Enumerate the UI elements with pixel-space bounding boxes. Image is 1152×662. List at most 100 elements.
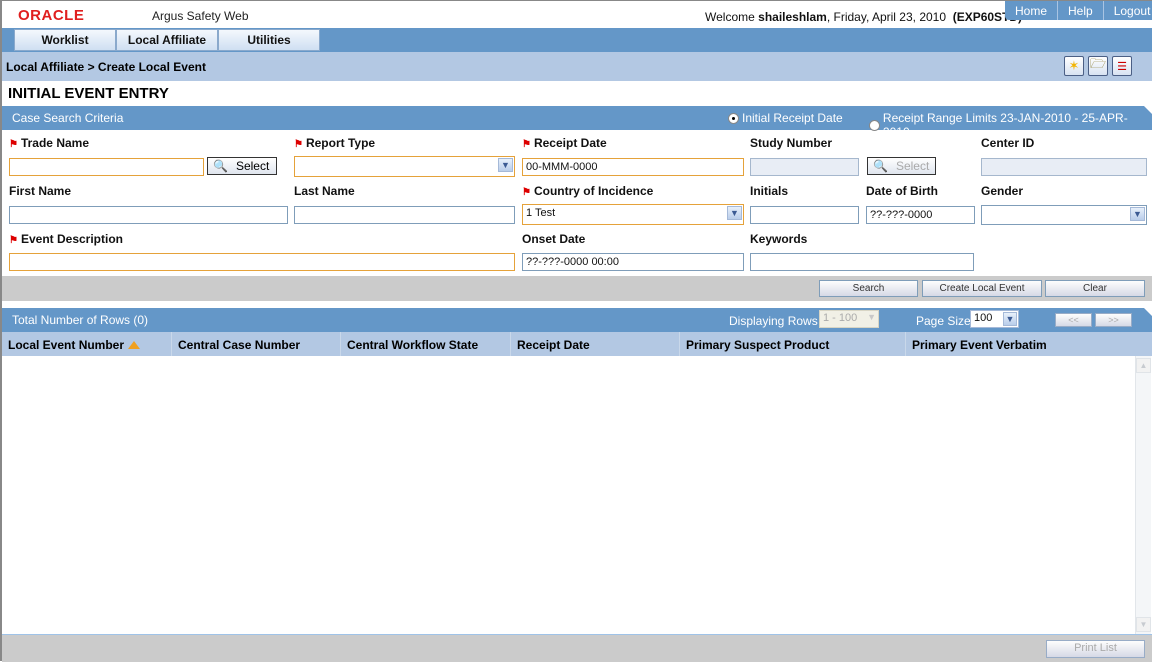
create-local-event-button[interactable]: Create Local Event [922, 280, 1042, 297]
breadcrumb: Local Affiliate > Create Local Event [6, 60, 206, 74]
magnifier-icon: 🔍 [213, 159, 228, 173]
column-divider [340, 332, 341, 356]
nav-utilities[interactable]: Utilities [218, 29, 320, 51]
user-name: shaileshlam [758, 10, 827, 24]
nav-local-affiliate[interactable]: Local Affiliate [116, 29, 218, 51]
col-local-event-number[interactable]: Local Event Number [8, 338, 141, 352]
total-rows-label: Total Number of Rows (0) [12, 313, 149, 327]
col-primary-event-verbatim[interactable]: Primary Event Verbatim [912, 338, 1047, 352]
column-divider [679, 332, 680, 356]
nav-worklist[interactable]: Worklist [14, 29, 116, 51]
results-table-header: Local Event Number Central Case Number C… [2, 332, 1152, 356]
logout-link[interactable]: Logout [1102, 1, 1152, 20]
scroll-up-icon[interactable]: ▲ [1136, 358, 1151, 373]
column-divider [171, 332, 172, 356]
current-date: , Friday, April 23, 2010 [826, 10, 947, 24]
onset-date-input[interactable]: ??-???-0000 00:00 [522, 253, 744, 271]
study-select-button[interactable]: 🔍 Select [867, 157, 936, 175]
search-actions-bar: Search Create Local Event Clear [2, 276, 1152, 301]
chevron-down-icon: ▼ [1003, 312, 1017, 326]
radio-on-icon [728, 112, 739, 124]
sort-ascending-icon [128, 341, 141, 349]
radio-receipt-range[interactable]: Receipt Range Limits 23-JAN-2010 - 25-AP… [869, 111, 1152, 139]
search-button[interactable]: Search [819, 280, 918, 297]
keywords-input[interactable] [750, 253, 974, 271]
dob-input[interactable]: ??-???-0000 [866, 206, 975, 224]
dob-label: Date of Birth [866, 184, 938, 198]
chevron-down-icon: ▼ [727, 206, 742, 220]
receipt-date-input[interactable]: 00-MMM-0000 [522, 158, 744, 176]
page-size-select[interactable]: 100 ▼ [970, 310, 1019, 328]
center-id-label: Center ID [981, 136, 1035, 150]
case-search-header: Case Search Criteria Initial Receipt Dat… [2, 106, 1152, 139]
first-name-label: First Name [9, 184, 72, 198]
column-divider [905, 332, 906, 356]
breadcrumb-bar: Local Affiliate > Create Local Event ✶ 🗁… [2, 52, 1152, 81]
app-title: Argus Safety Web [152, 9, 249, 23]
bottom-bar: Print List [2, 634, 1152, 662]
required-flag-icon: ⚑ [522, 139, 531, 150]
required-flag-icon: ⚑ [9, 139, 18, 150]
onset-date-label: Onset Date [522, 232, 586, 246]
main-nav: Worklist Local Affiliate Utilities [2, 28, 1152, 52]
column-divider [510, 332, 511, 356]
top-header: ORACLE Argus Safety Web Welcome shailesh… [2, 1, 1152, 28]
last-name-input[interactable] [294, 206, 515, 224]
receipt-date-label: ⚑ Receipt Date [522, 136, 607, 150]
radio-initial-receipt-date[interactable]: Initial Receipt Date [728, 111, 843, 125]
trade-name-label: ⚑ Trade Name [9, 136, 90, 150]
welcome-prefix: Welcome [705, 10, 759, 24]
chevron-down-icon: ▼ [867, 312, 876, 322]
scroll-down-icon[interactable]: ▼ [1136, 617, 1151, 632]
top-links: Home Help Logout [1005, 1, 1152, 20]
col-primary-suspect-product[interactable]: Primary Suspect Product [686, 338, 829, 352]
trade-name-select-button[interactable]: 🔍 Select [207, 157, 277, 175]
home-link[interactable]: Home [1005, 1, 1057, 20]
prev-page-button[interactable]: << [1055, 313, 1092, 327]
vertical-scrollbar[interactable]: ▲ ▼ [1135, 356, 1151, 634]
list-icon[interactable]: ☰ [1112, 56, 1132, 76]
welcome-text: Welcome shaileshlam, Friday, April 23, 2… [705, 10, 1022, 24]
help-link[interactable]: Help [1057, 1, 1103, 20]
page-size-label: Page Size [916, 314, 971, 328]
initials-input[interactable] [750, 206, 859, 224]
col-central-workflow-state[interactable]: Central Workflow State [347, 338, 478, 352]
displaying-rows-select[interactable]: 1 - 100 ▼ [819, 310, 879, 328]
event-description-input[interactable] [9, 253, 515, 271]
trade-name-input[interactable] [9, 158, 204, 176]
last-name-label: Last Name [294, 184, 355, 198]
report-type-select[interactable]: ▼ [294, 156, 515, 177]
results-table-body [2, 356, 1152, 634]
case-search-title: Case Search Criteria [12, 111, 124, 125]
print-list-button[interactable]: Print List [1046, 640, 1145, 658]
displaying-rows-label: Displaying Rows [729, 314, 818, 328]
event-description-label: ⚑ Event Description [9, 232, 123, 246]
initials-label: Initials [750, 184, 789, 198]
chevron-down-icon: ▼ [1130, 207, 1145, 221]
next-page-button[interactable]: >> [1095, 313, 1132, 327]
study-number-input[interactable] [750, 158, 859, 176]
center-id-input[interactable] [981, 158, 1147, 176]
chevron-down-icon: ▼ [498, 158, 513, 172]
required-flag-icon: ⚑ [522, 187, 531, 198]
radio-range-label: Receipt Range Limits 23-JAN-2010 - 25-AP… [882, 111, 1128, 139]
col-central-case-number[interactable]: Central Case Number [178, 338, 300, 352]
required-flag-icon: ⚑ [294, 139, 303, 150]
oracle-logo: ORACLE [18, 7, 85, 24]
results-header: Total Number of Rows (0) Displaying Rows… [2, 308, 1152, 332]
keywords-label: Keywords [750, 232, 808, 246]
first-name-input[interactable] [9, 206, 288, 224]
radio-off-icon [869, 119, 880, 131]
magnifier-icon: 🔍 [873, 159, 888, 173]
open-folder-icon[interactable]: 🗁 [1088, 56, 1108, 76]
study-number-label: Study Number [750, 136, 833, 150]
gender-select[interactable]: ▼ [981, 205, 1147, 225]
required-flag-icon: ⚑ [9, 235, 18, 246]
col-receipt-date[interactable]: Receipt Date [517, 338, 590, 352]
new-document-icon[interactable]: ✶ [1064, 56, 1084, 76]
clear-button[interactable]: Clear [1045, 280, 1145, 297]
page-title: INITIAL EVENT ENTRY [8, 85, 169, 102]
radio-initial-label: Initial Receipt Date [742, 111, 843, 125]
country-select[interactable]: 1 Test ▼ [522, 204, 744, 225]
report-type-label: ⚑ Report Type [294, 136, 376, 150]
